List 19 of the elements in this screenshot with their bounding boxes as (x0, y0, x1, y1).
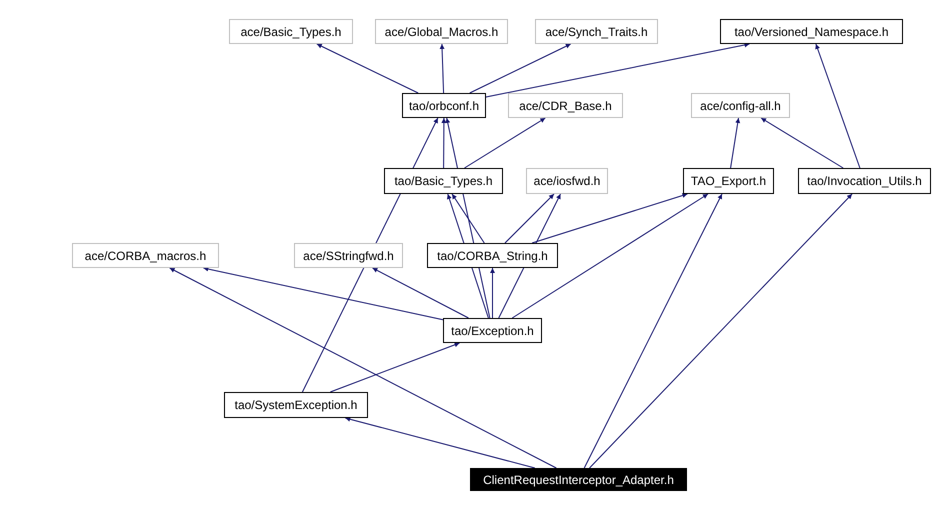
graph-node[interactable]: ace/Global_Macros.h (375, 19, 508, 44)
graph-node[interactable]: ace/Synch_Traits.h (535, 19, 658, 44)
graph-node[interactable]: ace/SStringfwd.h (294, 243, 403, 268)
graph-node[interactable]: ace/CDR_Base.h (508, 93, 623, 118)
graph-node[interactable]: ace/CORBA_macros.h (72, 243, 219, 268)
dependency-arrow (730, 118, 740, 168)
graph-node[interactable]: tao/Versioned_Namespace.h (720, 19, 903, 44)
graph-node[interactable]: tao/Basic_Types.h (384, 168, 503, 194)
graph-node[interactable]: tao/Exception.h (443, 318, 542, 343)
graph-node[interactable]: ace/Basic_Types.h (229, 19, 353, 44)
graph-node[interactable]: tao/CORBA_String.h (427, 243, 558, 268)
graph-node[interactable]: tao/Invocation_Utils.h (798, 168, 931, 194)
dependency-arrow (440, 44, 445, 94)
graph-node[interactable]: ace/iosfwd.h (526, 168, 608, 194)
graph-node[interactable]: tao/SystemException.h (224, 392, 368, 418)
graph-node[interactable]: TAO_Export.h (683, 168, 774, 194)
graph-node[interactable]: ace/config-all.h (691, 93, 790, 118)
graph-node[interactable]: ClientRequestInterceptor_Adapter.h (470, 468, 687, 491)
graph-node[interactable]: tao/orbconf.h (402, 93, 486, 118)
